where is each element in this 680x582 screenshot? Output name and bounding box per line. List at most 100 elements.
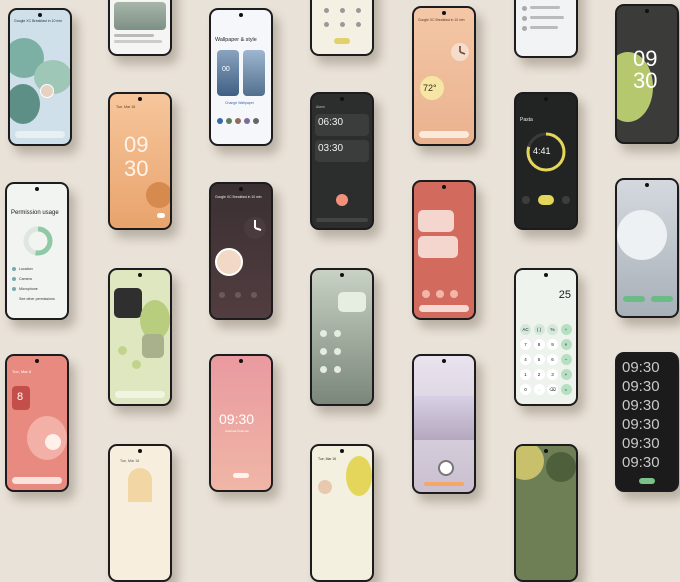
calc-key[interactable]: . xyxy=(533,384,545,395)
calc-key[interactable]: 1 xyxy=(520,369,531,380)
lock-button[interactable] xyxy=(157,213,165,218)
calc-key[interactable]: ⌫ xyxy=(547,384,558,395)
avatar[interactable] xyxy=(40,84,54,98)
bottom-button[interactable] xyxy=(233,473,249,478)
color-swatch[interactable] xyxy=(244,118,250,124)
page-title: Permission usage xyxy=(11,210,59,216)
dock-search-bar[interactable] xyxy=(419,305,469,312)
permission-item-microphone[interactable]: Microphone xyxy=(19,287,38,292)
camera-hole xyxy=(442,359,446,363)
battery-widget xyxy=(45,434,61,450)
permission-item-location[interactable]: Location xyxy=(19,267,33,272)
phone-weather-peek: Tue, Mar 16 xyxy=(108,444,172,582)
phone-camera-mountain xyxy=(412,354,476,494)
calc-key[interactable]: 7 xyxy=(520,339,531,350)
clock-subtitle: Gabriela Petersen xyxy=(225,429,250,433)
reset-button[interactable] xyxy=(522,196,530,204)
calc-key[interactable]: AC xyxy=(520,324,531,335)
page-title: Wallpaper & style xyxy=(215,37,257,43)
bottom-nav[interactable] xyxy=(316,218,368,222)
conversation-widget[interactable] xyxy=(418,210,454,232)
camera-hole xyxy=(544,273,548,277)
camera-hole xyxy=(138,449,142,453)
date-label: Tue, Mar 16 xyxy=(116,105,136,109)
camera-icon xyxy=(12,277,16,281)
phone-home-pink: Tue, Mar 8 8 xyxy=(5,354,69,492)
calc-key[interactable]: % xyxy=(547,324,558,335)
profile-photo[interactable] xyxy=(318,480,332,494)
analog-clock xyxy=(244,217,266,239)
mode-selector[interactable] xyxy=(424,482,464,486)
calc-key[interactable]: ÷ xyxy=(560,324,572,335)
calc-key[interactable]: + xyxy=(560,369,572,380)
action-button[interactable] xyxy=(334,38,350,44)
notification-chip[interactable] xyxy=(623,296,645,302)
phone-lock-bold-clock: 09 30 xyxy=(615,4,679,144)
color-swatch[interactable] xyxy=(253,118,259,124)
dock-search-bar[interactable] xyxy=(419,131,469,138)
camera-hole xyxy=(35,359,39,363)
camera-hole xyxy=(645,9,649,13)
photo-widget[interactable] xyxy=(114,288,142,318)
mountain-photo xyxy=(414,396,474,440)
notification-chip[interactable] xyxy=(651,296,673,302)
color-swatch[interactable] xyxy=(235,118,241,124)
calc-key[interactable]: − xyxy=(560,354,572,365)
calc-key[interactable]: 5 xyxy=(533,354,545,365)
contact-widget[interactable] xyxy=(338,292,366,312)
camera-hole xyxy=(442,11,446,15)
color-swatch[interactable] xyxy=(217,118,223,124)
calc-key[interactable]: 4 xyxy=(520,354,531,365)
usage-donut xyxy=(23,226,53,256)
permission-item-other[interactable]: See other permissions xyxy=(19,297,55,302)
camera-hole xyxy=(38,13,42,17)
clock-minutes: 30 xyxy=(124,156,149,181)
calc-key[interactable]: × xyxy=(560,339,572,350)
camera-hole xyxy=(138,273,142,277)
calc-key[interactable]: 9 xyxy=(547,339,558,350)
pause-button[interactable] xyxy=(538,195,554,205)
profile-photo[interactable] xyxy=(215,248,243,276)
calc-key[interactable]: 6 xyxy=(547,354,558,365)
phone-home-coral xyxy=(412,180,476,320)
phone-lock-clock-orange: Tue, Mar 16 09 30 xyxy=(108,92,172,230)
clock-tile: 09:30 xyxy=(622,397,660,414)
dock-search-bar[interactable] xyxy=(115,391,165,398)
camera-hole xyxy=(544,97,548,101)
date-label: Tue, Mar 8 xyxy=(12,369,32,374)
shutter-button[interactable] xyxy=(438,460,454,476)
weather-arch xyxy=(128,468,152,502)
dock-search-bar[interactable] xyxy=(12,477,62,484)
dock-search-bar[interactable] xyxy=(15,131,65,138)
notification-line: Google XC Breakfast in 10 min xyxy=(215,195,262,199)
calc-result: 25 xyxy=(558,289,571,301)
photo-widget[interactable] xyxy=(142,334,164,358)
calc-key[interactable]: 0 xyxy=(520,384,531,395)
calc-key[interactable]: ( ) xyxy=(533,324,545,335)
lockscreen-preview[interactable] xyxy=(217,50,239,96)
change-wallpaper-link[interactable]: Change Wallpaper xyxy=(225,101,254,106)
calc-key[interactable]: = xyxy=(560,384,572,395)
phone-clock-matrix: 09:30 09:30 09:30 09:30 09:30 09:30 xyxy=(615,352,679,492)
calc-key[interactable]: 8 xyxy=(533,339,545,350)
permission-item-camera[interactable]: Camera xyxy=(19,277,32,282)
phone-news-feed xyxy=(108,0,172,56)
calendar-day: 8 xyxy=(17,391,24,403)
homescreen-preview[interactable] xyxy=(243,50,265,96)
bottom-button[interactable] xyxy=(639,478,655,484)
phone-home-green xyxy=(108,268,172,406)
clock-minutes: 30 xyxy=(633,68,658,93)
add-alarm-button[interactable] xyxy=(336,194,348,206)
camera-hole xyxy=(239,359,243,363)
phone-alarm-dark: Alarm 06:30 03:30 xyxy=(310,92,374,230)
conversation-widget[interactable] xyxy=(418,236,458,258)
clock-tile: 09:30 xyxy=(622,359,660,376)
clock-hours: 09 xyxy=(633,46,658,71)
calc-key[interactable]: 3 xyxy=(547,369,558,380)
calc-key[interactable]: 2 xyxy=(533,369,545,380)
add-time-button[interactable] xyxy=(562,196,570,204)
article-image[interactable] xyxy=(114,2,166,30)
camera-hole xyxy=(239,187,243,191)
phone-permission-usage: Permission usage Location Camera Microph… xyxy=(5,182,69,320)
color-swatch[interactable] xyxy=(226,118,232,124)
